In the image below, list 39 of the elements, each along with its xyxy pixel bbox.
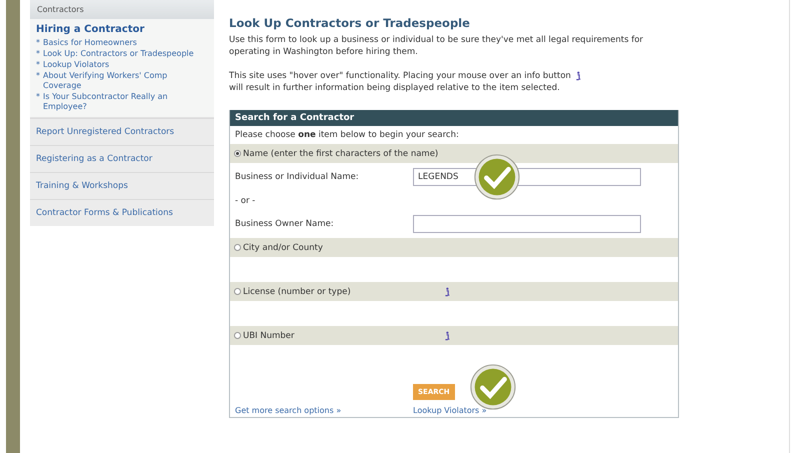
field-label: Business or Individual Name: [235, 172, 360, 182]
sidebar-link[interactable]: Is Your Subcontractor Really an Employee? [43, 92, 208, 112]
bullet-icon: * [36, 38, 40, 48]
sidebar-link[interactable]: Lookup Violators [43, 60, 110, 70]
info-icon[interactable] [443, 330, 451, 340]
panel-link[interactable]: Get more search options » [235, 406, 413, 415]
field-label: Business Owner Name: [235, 219, 335, 229]
panel-link[interactable]: Lookup Violators » [413, 406, 591, 415]
option-label: City and/or County [243, 242, 324, 252]
bullet-icon: * [36, 92, 40, 112]
radio-button[interactable] [234, 288, 241, 295]
sidebar-section-title[interactable]: Hiring a Contractor [36, 24, 208, 35]
sidebar-link[interactable]: Look Up: Contractors or Tradespeople [43, 49, 194, 59]
or-separator: - or - [234, 195, 256, 208]
page-title: Look Up Contractors or Tradespeople [229, 16, 471, 30]
option-label: UBI Number [243, 330, 296, 340]
panel-header: Search for a Contractor [230, 110, 678, 126]
sidebar-nav-item[interactable]: Registering as a Contractor [30, 145, 214, 172]
hover-note-text: This site uses "hover over" functionality. Placing your mouse over an info button [229, 71, 571, 81]
bullet-icon: * [36, 60, 40, 70]
intro-paragraph: Use this form to look up a business or individual to be sure they've met all legal requirements for operating in Washington before hiring them. [229, 34, 644, 58]
info-icon [574, 70, 582, 81]
sidebar-nav-item[interactable]: Report Unregistered Contractors [30, 118, 214, 145]
bullet-icon: * [36, 49, 40, 59]
option-label: License (number or type) [243, 286, 352, 296]
sidebar-nav-item[interactable]: Contractor Forms & Publications [30, 199, 214, 226]
radio-button[interactable] [234, 244, 241, 251]
instruction-text: Please choose one item below to begin your search: [234, 129, 460, 142]
sidebar-link[interactable]: Basics for Homeowners [43, 38, 137, 48]
input-field[interactable] [413, 215, 641, 233]
sidebar-header: Contractors [30, 0, 214, 19]
bullet-icon: * [36, 71, 40, 91]
hover-note-text: will result in further information being displayed relative to the item selected. [229, 82, 561, 94]
radio-button[interactable] [234, 150, 241, 157]
sidebar-link[interactable]: About Verifying Workers' Comp Coverage [43, 71, 208, 91]
option-label: Name (enter the first characters of the name) [243, 148, 440, 158]
radio-button[interactable] [234, 332, 241, 339]
info-icon[interactable] [443, 286, 451, 296]
sidebar-nav-item[interactable]: Training & Workshops [30, 172, 214, 199]
